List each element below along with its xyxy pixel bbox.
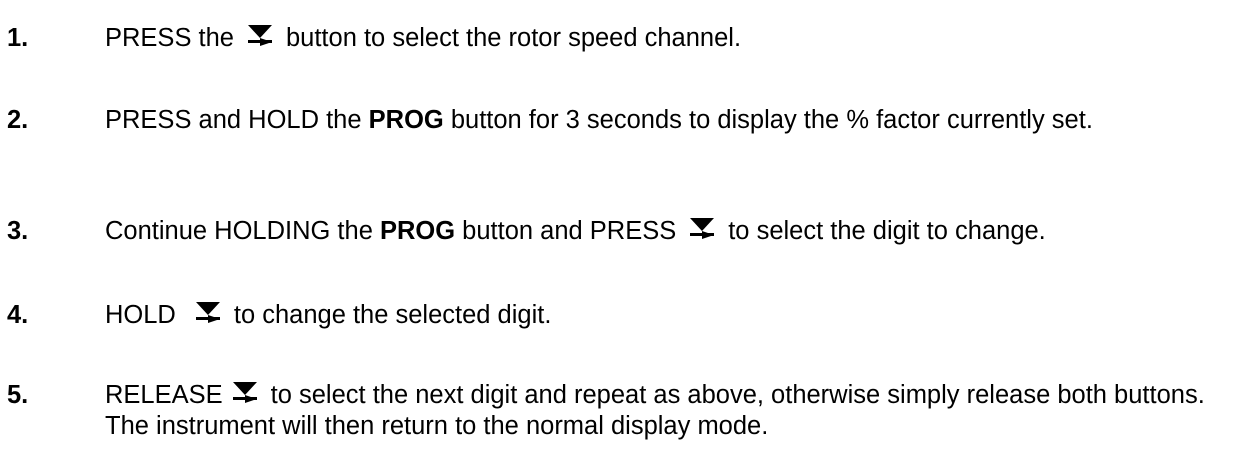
step-text: RELEASE to select the next digit and repe…: [105, 380, 1250, 442]
arrow-down-select-icon: [689, 217, 715, 241]
step-text-part: HOLD: [105, 301, 176, 329]
step-number: 4.: [7, 301, 29, 329]
step-text-part: RELEASE: [105, 381, 223, 409]
step-text: PRESS and HOLD the PROG button for 3 sec…: [105, 105, 1250, 136]
prog-button-label: PROG: [379, 217, 456, 245]
step-number: 5.: [7, 381, 29, 409]
arrow-down-select-icon: [247, 24, 273, 48]
arrow-down-select-icon: [195, 301, 221, 325]
step-text-part: PRESS the: [105, 24, 234, 52]
step-text-part: button to select the rotor speed channel…: [285, 24, 742, 52]
step-text-part: to select the next digit and repeat as a…: [105, 381, 1205, 440]
step-number: 1.: [7, 24, 29, 52]
step-text-part: button and PRESS: [462, 217, 677, 245]
step-text-part: to change the selected digit.: [233, 301, 552, 329]
step-text: HOLD to change the selected digit.: [105, 300, 1250, 331]
prog-button-label: PROG: [368, 106, 444, 134]
step-text-part: Continue HOLDING the: [105, 217, 373, 245]
arrow-down-select-icon: [232, 381, 258, 405]
step-text-part: button for 3 seconds to display the % fa…: [450, 106, 1093, 134]
step-text: Continue HOLDING the PROG button and PRE…: [105, 216, 1250, 247]
step-text-part: to select the digit to change.: [728, 217, 1046, 245]
step-text-part: PRESS and HOLD the: [105, 106, 362, 134]
step-text: PRESS the button to select the rotor spee…: [105, 23, 1250, 54]
step-number: 3.: [7, 217, 29, 245]
step-number: 2.: [7, 106, 29, 134]
